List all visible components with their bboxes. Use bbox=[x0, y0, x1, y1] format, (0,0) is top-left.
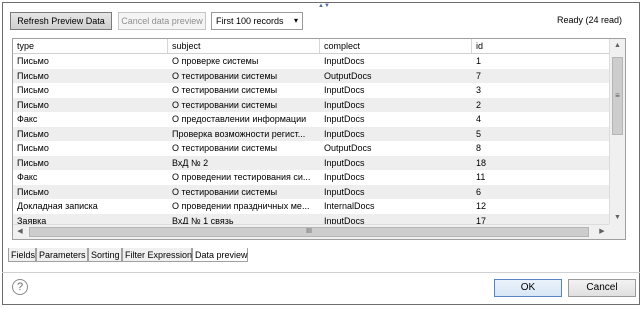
refresh-preview-button[interactable]: Refresh Preview Data bbox=[10, 12, 112, 30]
vertical-scrollbar[interactable]: ▲ ≡ ▼ bbox=[609, 39, 625, 225]
scrollbar-corner bbox=[609, 224, 625, 239]
table-cell-type: Письмо bbox=[17, 128, 49, 139]
tab-data-preview[interactable]: Data preview bbox=[192, 248, 248, 262]
table-row[interactable]: Письмо О тестировании системы InputDocs 3 bbox=[13, 83, 609, 98]
help-icon[interactable]: ? bbox=[12, 279, 28, 295]
table-cell-complect: InputDocs bbox=[324, 114, 365, 124]
tab-parameters[interactable]: Parameters bbox=[36, 248, 88, 262]
chevron-down-icon: ▾ bbox=[293, 16, 298, 25]
tab-fields[interactable]: Fields bbox=[8, 248, 36, 262]
table-cell-subject: О тестировании системы bbox=[172, 186, 278, 197]
column-header-subject[interactable]: subject bbox=[168, 39, 320, 53]
table-cell-subject: О тестировании системы bbox=[172, 143, 278, 153]
table-cell-complect: InputDocs bbox=[324, 128, 365, 139]
table-row[interactable]: Письмо О проверке системы InputDocs 1 bbox=[13, 54, 609, 69]
preview-toolbar: Refresh Preview Data Cancel data preview… bbox=[8, 12, 628, 32]
table-row[interactable]: Докладная записка О проведении праздничны… bbox=[13, 199, 609, 214]
scroll-up-icon[interactable]: ▲ bbox=[610, 39, 625, 53]
table-header: type subject complect id bbox=[13, 39, 609, 54]
scroll-down-icon[interactable]: ▼ bbox=[610, 211, 625, 225]
cancel-button[interactable]: Cancel bbox=[568, 279, 636, 297]
table-cell-type: Письмо bbox=[17, 157, 49, 168]
table-cell-type: Письмо bbox=[17, 70, 49, 81]
table-row[interactable]: Факс О предоставлении информации InputDocs… bbox=[13, 112, 609, 127]
table-cell-id: 3 bbox=[476, 85, 482, 95]
table-cell-subject: О тестировании системы bbox=[172, 70, 278, 81]
table-cell-type: Письмо bbox=[17, 186, 49, 197]
table-row[interactable]: Письмо Проверка возможности регист... Inpu… bbox=[13, 126, 609, 141]
table-cell-complect: InputDocs bbox=[324, 172, 365, 182]
table-cell-id: 12 bbox=[476, 201, 487, 211]
data-preview-grid: type subject complect id Письмо О проверк… bbox=[12, 38, 626, 240]
table-cell-type: Письмо bbox=[17, 99, 49, 110]
table-row[interactable]: Письмо О тестировании системы InputDocs 6 bbox=[13, 184, 609, 199]
table-cell-subject: ВхД № 2 bbox=[172, 157, 209, 168]
table-cell-id: 1 bbox=[476, 56, 482, 66]
table-cell-complect: InputDocs bbox=[324, 186, 365, 197]
scroll-right-icon[interactable]: ▶ bbox=[595, 225, 609, 239]
ok-button[interactable]: OK bbox=[494, 279, 562, 297]
table-cell-type: Письмо bbox=[17, 143, 49, 153]
table-cell-id: 2 bbox=[476, 99, 482, 110]
table-cell-id: 7 bbox=[476, 70, 482, 81]
table-cell-id: 18 bbox=[476, 157, 487, 168]
table-cell-id: 11 bbox=[476, 172, 486, 182]
table-cell-id: 4 bbox=[476, 114, 482, 124]
status-text: Ready (24 read) bbox=[556, 15, 622, 25]
table-cell-subject: О предоставлении информации bbox=[172, 114, 307, 124]
table-row[interactable]: Письмо О тестировании системы OutputDocs 7 bbox=[13, 68, 609, 83]
table-cell-type: Факс bbox=[17, 114, 38, 124]
footer-divider bbox=[2, 272, 640, 273]
table-cell-complect: InputDocs bbox=[324, 157, 365, 168]
table-cell-complect: InputDocs bbox=[324, 85, 365, 95]
table-cell-complect: InputDocs bbox=[324, 99, 365, 110]
horizontal-scrollbar[interactable]: ◀ III ▶ bbox=[13, 224, 609, 239]
table-cell-subject: О проведении тестирования си... bbox=[172, 172, 311, 182]
table-row[interactable]: Факс О проведении тестирования си... Input… bbox=[13, 170, 609, 185]
table-cell-complect: InternalDocs bbox=[324, 201, 375, 211]
table-cell-type: Письмо bbox=[17, 56, 49, 66]
table-cell-complect: OutputDocs bbox=[324, 143, 372, 153]
table-cell-id: 6 bbox=[476, 186, 482, 197]
vertical-scroll-thumb[interactable]: ≡ bbox=[612, 57, 623, 135]
table-cell-complect: OutputDocs bbox=[324, 70, 372, 81]
column-header-complect[interactable]: complect bbox=[320, 39, 472, 53]
collapse-grip-icon[interactable]: ▲▼ bbox=[315, 3, 333, 9]
table-cell-id: 8 bbox=[476, 143, 482, 153]
table-cell-subject: О проведении праздничных ме... bbox=[172, 201, 310, 211]
records-limit-select[interactable]: First 100 records ▾ bbox=[211, 12, 303, 30]
column-header-type[interactable]: type bbox=[13, 39, 168, 53]
cancel-preview-button[interactable]: Cancel data preview bbox=[118, 12, 206, 30]
table-cell-subject: О тестировании системы bbox=[172, 85, 278, 95]
horizontal-scroll-thumb[interactable]: III bbox=[29, 227, 589, 237]
table-cell-subject: О проверке системы bbox=[172, 56, 259, 66]
tab-sorting[interactable]: Sorting bbox=[88, 248, 122, 262]
table-cell-type: Докладная записка bbox=[17, 201, 98, 211]
records-limit-value: First 100 records bbox=[216, 16, 284, 26]
table-row[interactable]: Письмо ВхД № 2 InputDocs 18 bbox=[13, 155, 609, 170]
table-cell-subject: Проверка возможности регист... bbox=[172, 128, 306, 139]
table-cell-type: Письмо bbox=[17, 85, 49, 95]
table-cell-complect: InputDocs bbox=[324, 56, 365, 66]
tab-filter-expression[interactable]: Filter Expression bbox=[122, 248, 192, 262]
table-cell-subject: О тестировании системы bbox=[172, 99, 278, 110]
table-row[interactable]: Письмо О тестировании системы InputDocs 2 bbox=[13, 97, 609, 112]
table-cell-type: Факс bbox=[17, 172, 38, 182]
scroll-left-icon[interactable]: ◀ bbox=[13, 225, 27, 239]
table-cell-id: 5 bbox=[476, 128, 482, 139]
column-header-id[interactable]: id bbox=[472, 39, 609, 53]
table-row[interactable]: Письмо О тестировании системы OutputDocs 8 bbox=[13, 141, 609, 156]
